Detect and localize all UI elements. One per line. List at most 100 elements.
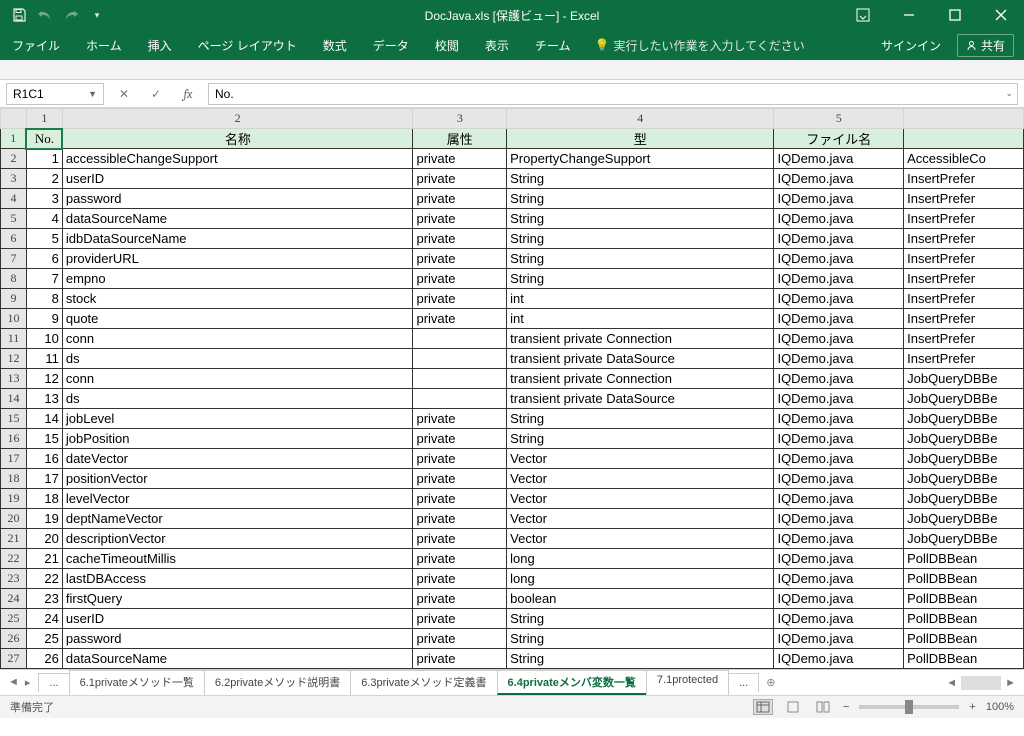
cell[interactable]: IQDemo.java bbox=[774, 409, 904, 429]
table-column-header[interactable]: 型 bbox=[507, 129, 774, 149]
hscroll-left[interactable]: ◄ bbox=[946, 677, 957, 689]
sheet-tab[interactable]: 7.1protected bbox=[646, 670, 729, 695]
row-header[interactable]: 21 bbox=[1, 529, 27, 549]
cell[interactable]: IQDemo.java bbox=[774, 529, 904, 549]
cell[interactable]: IQDemo.java bbox=[774, 629, 904, 649]
cell[interactable]: InsertPrefer bbox=[904, 169, 1024, 189]
cell[interactable]: JobQueryDBBe bbox=[904, 429, 1024, 449]
cell[interactable]: cacheTimeoutMillis bbox=[62, 549, 413, 569]
cell[interactable]: lastDBAccess bbox=[62, 569, 413, 589]
cell[interactable]: InsertPrefer bbox=[904, 209, 1024, 229]
row-header[interactable]: 4 bbox=[1, 189, 27, 209]
cell[interactable]: long bbox=[507, 549, 774, 569]
cell[interactable]: 6 bbox=[26, 249, 62, 269]
cell[interactable]: InsertPrefer bbox=[904, 289, 1024, 309]
cell[interactable]: IQDemo.java bbox=[774, 289, 904, 309]
sheet-tab[interactable]: 6.2privateメソッド説明書 bbox=[204, 670, 351, 695]
cell[interactable]: InsertPrefer bbox=[904, 329, 1024, 349]
cell[interactable]: idbDataSourceName bbox=[62, 229, 413, 249]
cell[interactable]: private bbox=[413, 169, 507, 189]
cell[interactable]: InsertPrefer bbox=[904, 309, 1024, 329]
table-column-header[interactable]: No. bbox=[26, 129, 62, 149]
cell[interactable]: String bbox=[507, 429, 774, 449]
cell[interactable]: String bbox=[507, 189, 774, 209]
table-row[interactable]: 1110conntransient private ConnectionIQDe… bbox=[1, 329, 1024, 349]
table-row[interactable]: 65idbDataSourceNameprivateStringIQDemo.j… bbox=[1, 229, 1024, 249]
cell[interactable]: JobQueryDBBe bbox=[904, 449, 1024, 469]
cancel-formula-button[interactable]: ✕ bbox=[112, 83, 136, 105]
cell[interactable]: IQDemo.java bbox=[774, 649, 904, 669]
cell[interactable]: 3 bbox=[26, 189, 62, 209]
cell[interactable]: IQDemo.java bbox=[774, 389, 904, 409]
table-column-header[interactable] bbox=[904, 129, 1024, 149]
cell[interactable]: 11 bbox=[26, 349, 62, 369]
cell[interactable]: PollDBBean bbox=[904, 649, 1024, 669]
cell[interactable]: 22 bbox=[26, 569, 62, 589]
minimize-button[interactable] bbox=[886, 0, 932, 30]
cell[interactable]: JobQueryDBBe bbox=[904, 489, 1024, 509]
table-row[interactable]: 43passwordprivateStringIQDemo.javaInsert… bbox=[1, 189, 1024, 209]
cell[interactable]: 14 bbox=[26, 409, 62, 429]
row-header[interactable]: 10 bbox=[1, 309, 27, 329]
close-button[interactable] bbox=[978, 0, 1024, 30]
cell[interactable]: JobQueryDBBe bbox=[904, 509, 1024, 529]
sheet-nav-first[interactable]: ◄ bbox=[6, 674, 21, 691]
row-header[interactable]: 27 bbox=[1, 649, 27, 669]
row-header[interactable]: 20 bbox=[1, 509, 27, 529]
zoom-slider[interactable] bbox=[859, 705, 959, 709]
cell[interactable]: transient private DataSource bbox=[507, 389, 774, 409]
cell[interactable]: private bbox=[413, 529, 507, 549]
save-icon[interactable] bbox=[10, 6, 28, 24]
cell[interactable]: userID bbox=[62, 609, 413, 629]
zoom-level[interactable]: 100% bbox=[986, 701, 1014, 713]
table-row[interactable]: 2524userIDprivateStringIQDemo.javaPollDB… bbox=[1, 609, 1024, 629]
cell[interactable]: String bbox=[507, 649, 774, 669]
cell[interactable]: 4 bbox=[26, 209, 62, 229]
cell[interactable]: Vector bbox=[507, 449, 774, 469]
cell[interactable]: IQDemo.java bbox=[774, 209, 904, 229]
cell[interactable]: 20 bbox=[26, 529, 62, 549]
row-header[interactable]: 24 bbox=[1, 589, 27, 609]
column-header[interactable] bbox=[904, 109, 1024, 129]
table-row[interactable]: 32userIDprivateStringIQDemo.javaInsertPr… bbox=[1, 169, 1024, 189]
sheet-nav-prev[interactable]: ▸ bbox=[23, 674, 33, 691]
tab-pagelayout[interactable]: ページ レイアウト bbox=[196, 33, 299, 58]
cell[interactable]: 17 bbox=[26, 469, 62, 489]
cell[interactable]: JobQueryDBBe bbox=[904, 409, 1024, 429]
cell[interactable]: deptNameVector bbox=[62, 509, 413, 529]
row-header[interactable]: 26 bbox=[1, 629, 27, 649]
cell[interactable]: String bbox=[507, 249, 774, 269]
qat-dropdown-icon[interactable]: ▾ bbox=[88, 6, 106, 24]
cell[interactable]: dataSourceName bbox=[62, 649, 413, 669]
table-row[interactable]: 2120descriptionVectorprivateVectorIQDemo… bbox=[1, 529, 1024, 549]
cell[interactable]: private bbox=[413, 609, 507, 629]
cell[interactable] bbox=[413, 389, 507, 409]
row-header[interactable]: 14 bbox=[1, 389, 27, 409]
enter-formula-button[interactable]: ✓ bbox=[144, 83, 168, 105]
cell[interactable]: 16 bbox=[26, 449, 62, 469]
cell[interactable]: IQDemo.java bbox=[774, 429, 904, 449]
cell[interactable]: String bbox=[507, 209, 774, 229]
tab-formulas[interactable]: 数式 bbox=[321, 33, 349, 58]
cell[interactable]: 18 bbox=[26, 489, 62, 509]
cell[interactable]: IQDemo.java bbox=[774, 249, 904, 269]
cell[interactable]: positionVector bbox=[62, 469, 413, 489]
zoom-in-button[interactable]: + bbox=[969, 701, 975, 713]
undo-icon[interactable] bbox=[36, 6, 54, 24]
cell[interactable]: IQDemo.java bbox=[774, 489, 904, 509]
cell[interactable]: int bbox=[507, 289, 774, 309]
cell[interactable] bbox=[413, 329, 507, 349]
cell[interactable]: IQDemo.java bbox=[774, 609, 904, 629]
cell[interactable]: accessibleChangeSupport bbox=[62, 149, 413, 169]
table-column-header[interactable]: 名称 bbox=[62, 129, 413, 149]
table-row[interactable]: 1716dateVectorprivateVectorIQDemo.javaJo… bbox=[1, 449, 1024, 469]
cell[interactable]: IQDemo.java bbox=[774, 569, 904, 589]
formula-bar[interactable]: No. ⌄ bbox=[208, 83, 1018, 105]
new-sheet-button[interactable]: ⊕ bbox=[758, 676, 783, 689]
column-header[interactable]: 3 bbox=[413, 109, 507, 129]
row-header[interactable]: 17 bbox=[1, 449, 27, 469]
cell[interactable]: InsertPrefer bbox=[904, 189, 1024, 209]
cell[interactable]: PollDBBean bbox=[904, 629, 1024, 649]
cell[interactable]: password bbox=[62, 629, 413, 649]
cell[interactable]: IQDemo.java bbox=[774, 549, 904, 569]
